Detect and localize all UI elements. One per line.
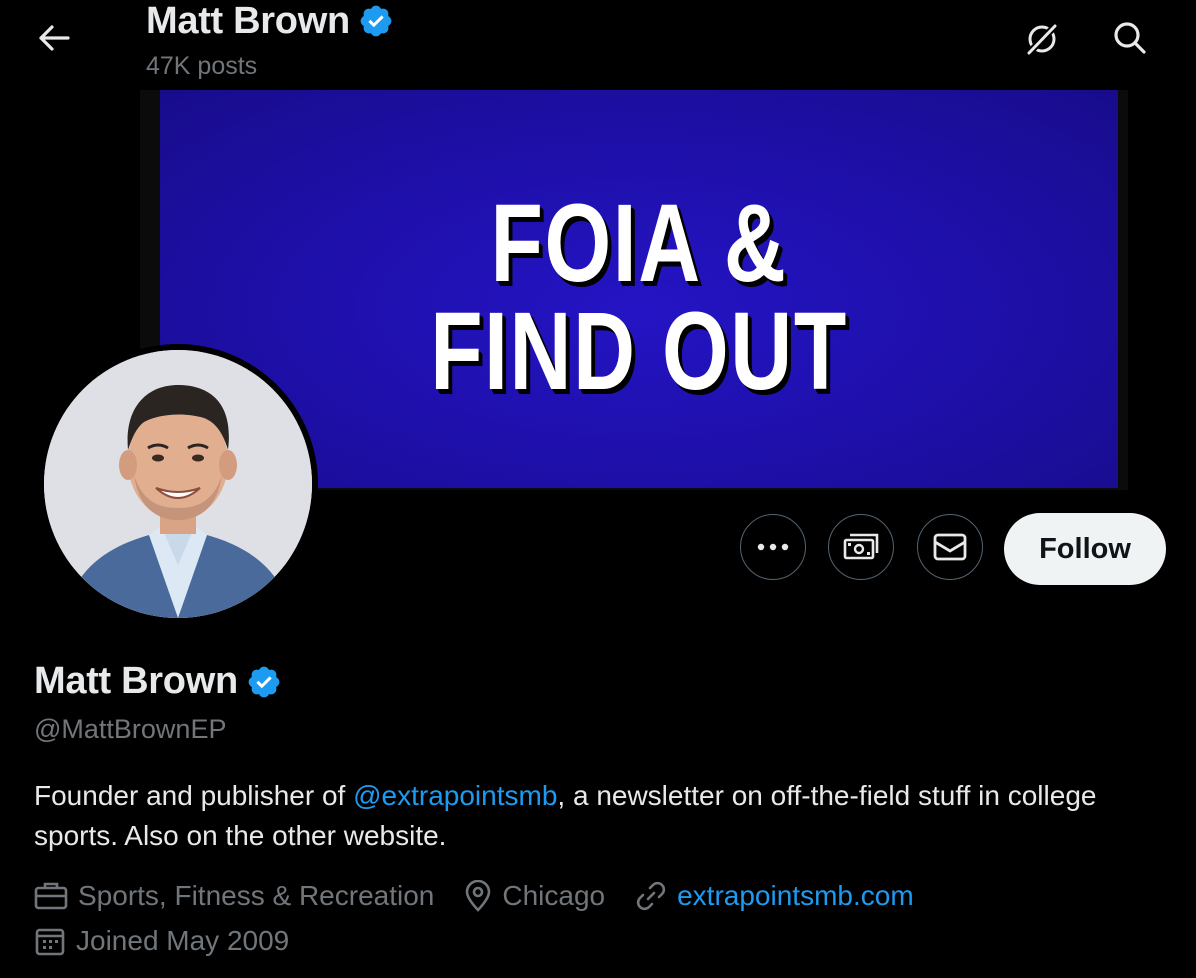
envelope-icon bbox=[933, 533, 967, 561]
profile-name-row: Matt Brown bbox=[34, 660, 282, 703]
meta-location: Chicago bbox=[464, 880, 605, 912]
joined-text: Joined May 2009 bbox=[76, 925, 290, 956]
profile-joined: Joined May 2009 bbox=[34, 925, 319, 957]
search-icon bbox=[1113, 21, 1147, 55]
arrow-left-icon bbox=[37, 24, 71, 52]
message-button[interactable] bbox=[917, 514, 983, 580]
banner-text: FOIA & FIND OUT bbox=[265, 182, 1012, 413]
verified-badge-icon bbox=[358, 3, 394, 39]
website-link[interactable]: extrapointsmb.com bbox=[677, 880, 914, 912]
meta-category: Sports, Fitness & Recreation bbox=[34, 880, 434, 912]
search-button[interactable] bbox=[1104, 12, 1156, 64]
meta-joined: Joined May 2009 bbox=[34, 925, 289, 957]
follow-button[interactable]: Follow bbox=[1004, 513, 1166, 585]
briefcase-icon bbox=[34, 881, 68, 911]
avatar-photo bbox=[44, 350, 312, 618]
profile-bio: Founder and publisher of @extrapointsmb,… bbox=[34, 776, 1154, 856]
bio-prefix: Founder and publisher of bbox=[34, 780, 354, 811]
avatar[interactable] bbox=[38, 344, 318, 624]
post-count: 47K posts bbox=[146, 52, 258, 80]
grok-button[interactable] bbox=[1016, 14, 1068, 64]
back-button[interactable] bbox=[28, 14, 80, 62]
grok-icon bbox=[1024, 21, 1060, 57]
tip-button[interactable] bbox=[828, 514, 894, 580]
location-text: Chicago bbox=[502, 880, 606, 911]
calendar-icon bbox=[34, 925, 66, 957]
meta-website[interactable]: extrapointsmb.com bbox=[635, 880, 914, 912]
profile-handle: @MattBrownEP bbox=[34, 714, 227, 744]
profile-name: Matt Brown bbox=[34, 660, 238, 702]
verified-badge-icon[interactable] bbox=[246, 664, 282, 700]
more-button[interactable] bbox=[740, 514, 806, 580]
banner-line-1: FOIA & bbox=[490, 182, 788, 305]
banner-line-2: FIND OUT bbox=[430, 290, 848, 413]
money-icon bbox=[843, 532, 879, 562]
category-text: Sports, Fitness & Recreation bbox=[78, 880, 435, 911]
location-pin-icon bbox=[464, 880, 492, 912]
header-title: Matt Brown bbox=[146, 0, 394, 42]
more-icon bbox=[757, 543, 789, 551]
profile-meta: Sports, Fitness & Recreation Chicago ext… bbox=[34, 880, 944, 912]
header-name: Matt Brown bbox=[146, 0, 350, 42]
bio-mention-link[interactable]: @extrapointsmb bbox=[353, 780, 557, 811]
link-icon bbox=[635, 880, 667, 912]
